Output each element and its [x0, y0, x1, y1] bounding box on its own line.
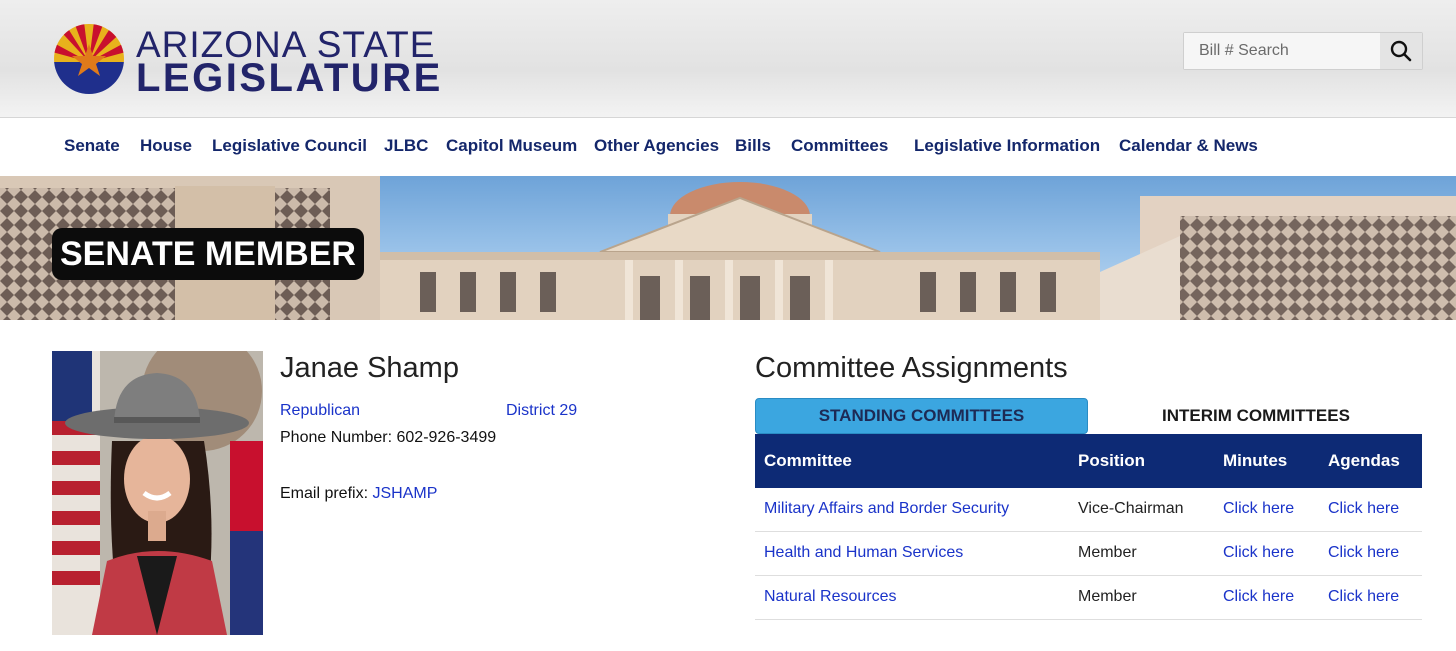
- nav-senate[interactable]: Senate: [64, 136, 120, 156]
- email-prefix-link[interactable]: JSHAMP: [372, 485, 437, 502]
- member-phone: Phone Number: 602-926-3499: [280, 429, 497, 446]
- nav-committees[interactable]: Committees: [791, 136, 888, 156]
- brand-line2: LEGISLATURE: [136, 56, 443, 100]
- member-name: Janae Shamp: [280, 352, 459, 384]
- tab-interim-committees[interactable]: INTERIM COMMITTEES: [1090, 398, 1422, 434]
- nav-legislative-information[interactable]: Legislative Information: [914, 136, 1100, 156]
- bill-search-input[interactable]: [1184, 33, 1380, 69]
- site-logo[interactable]: ARIZONA STATE LEGISLATURE: [52, 22, 452, 100]
- header-position: Position: [1078, 451, 1146, 470]
- nav-bills[interactable]: Bills: [735, 136, 771, 156]
- header-agendas: Agendas: [1328, 451, 1400, 470]
- committee-link[interactable]: Natural Resources: [764, 588, 897, 606]
- nav-jlbc[interactable]: JLBC: [384, 136, 428, 156]
- member-photo: [52, 351, 263, 635]
- committee-table: Committee Position Minutes Agendas Milit…: [755, 434, 1422, 620]
- bill-search: [1183, 32, 1423, 70]
- agendas-link[interactable]: Click here: [1328, 588, 1399, 606]
- agendas-link[interactable]: Click here: [1328, 544, 1399, 562]
- table-header-row: Committee Position Minutes Agendas: [755, 434, 1422, 488]
- committee-assignments-heading: Committee Assignments: [755, 352, 1068, 384]
- member-party-link[interactable]: Republican: [280, 402, 360, 420]
- search-icon: [1390, 40, 1412, 62]
- committee-link[interactable]: Military Affairs and Border Security: [764, 500, 1009, 518]
- nav-capitol-museum[interactable]: Capitol Museum: [446, 136, 577, 156]
- nav-house[interactable]: House: [140, 136, 192, 156]
- minutes-link[interactable]: Click here: [1223, 588, 1294, 606]
- table-row: Health and Human Services Member Click h…: [755, 532, 1422, 576]
- header-minutes: Minutes: [1223, 451, 1288, 470]
- table-row: Military Affairs and Border Security Vic…: [755, 488, 1422, 532]
- member-portrait-image: [52, 351, 263, 635]
- nav-other-agencies[interactable]: Other Agencies: [594, 136, 719, 156]
- main-nav: Senate House Legislative Council JLBC Ca…: [0, 119, 1456, 176]
- nav-calendar-news[interactable]: Calendar & News: [1119, 136, 1258, 156]
- minutes-link[interactable]: Click here: [1223, 500, 1294, 518]
- search-button[interactable]: [1380, 33, 1422, 69]
- email-prefix-label: Email prefix:: [280, 485, 369, 502]
- committee-position: Member: [1078, 588, 1137, 605]
- committee-link[interactable]: Health and Human Services: [764, 544, 963, 562]
- agendas-link[interactable]: Click here: [1328, 500, 1399, 518]
- committee-position: Vice-Chairman: [1078, 500, 1184, 517]
- tab-standing-committees[interactable]: STANDING COMMITTEES: [755, 398, 1088, 434]
- member-district-link[interactable]: District 29: [506, 402, 577, 420]
- nav-legislative-council[interactable]: Legislative Council: [212, 136, 367, 156]
- arizona-flag-logo-icon: [54, 24, 124, 94]
- site-header: ARIZONA STATE LEGISLATURE: [0, 0, 1456, 118]
- header-committee: Committee: [764, 451, 852, 470]
- table-row: Natural Resources Member Click here Clic…: [755, 576, 1422, 620]
- minutes-link[interactable]: Click here: [1223, 544, 1294, 562]
- capitol-banner: SENATE MEMBER: [0, 176, 1456, 320]
- committee-position: Member: [1078, 544, 1137, 561]
- page-title: SENATE MEMBER: [52, 228, 364, 280]
- member-email-row: Email prefix: JSHAMP: [280, 485, 437, 503]
